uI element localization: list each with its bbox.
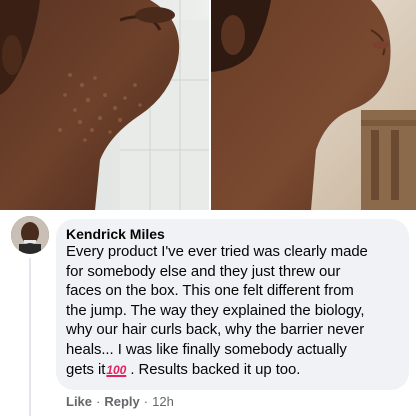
comment-bubble: Kendrick Miles Every product I've ever t… — [56, 219, 409, 390]
comment-line: heals... I was like finally somebody act… — [66, 341, 347, 358]
comment-timestamp[interactable]: 12h — [152, 394, 174, 409]
comment-author[interactable]: Kendrick Miles — [66, 225, 397, 243]
comment-line-tail: . Results backed it up too. — [126, 361, 301, 378]
comment-line: for somebody else and they just threw ou… — [66, 263, 341, 280]
reply-button[interactable]: Reply — [104, 394, 139, 409]
separator-dot: · — [96, 394, 101, 409]
thread-line — [29, 258, 31, 416]
before-photo[interactable] — [0, 0, 209, 210]
comment-line: faces on the box. This one felt differen… — [66, 283, 354, 300]
comment-line: why our hair curls back, why the barrier… — [66, 322, 365, 339]
like-button[interactable]: Like — [66, 394, 92, 409]
comment-line: Every product I've ever tried was clearl… — [66, 244, 368, 260]
comment-actions: Like · Reply · 12h — [66, 394, 174, 409]
after-photo[interactable] — [211, 0, 416, 210]
before-after-photos — [0, 0, 416, 210]
hundred-points-icon: 100 — [106, 362, 127, 377]
comment-line-text: gets it — [66, 361, 106, 378]
avatar[interactable] — [11, 216, 49, 254]
comment-text: Every product I've ever tried was clearl… — [66, 243, 397, 380]
comment-line-last: gets it100 . Results backed it up too. — [66, 361, 397, 381]
separator-dot: · — [143, 394, 149, 409]
comment-line: the jump. The way they explained the bio… — [66, 302, 365, 319]
